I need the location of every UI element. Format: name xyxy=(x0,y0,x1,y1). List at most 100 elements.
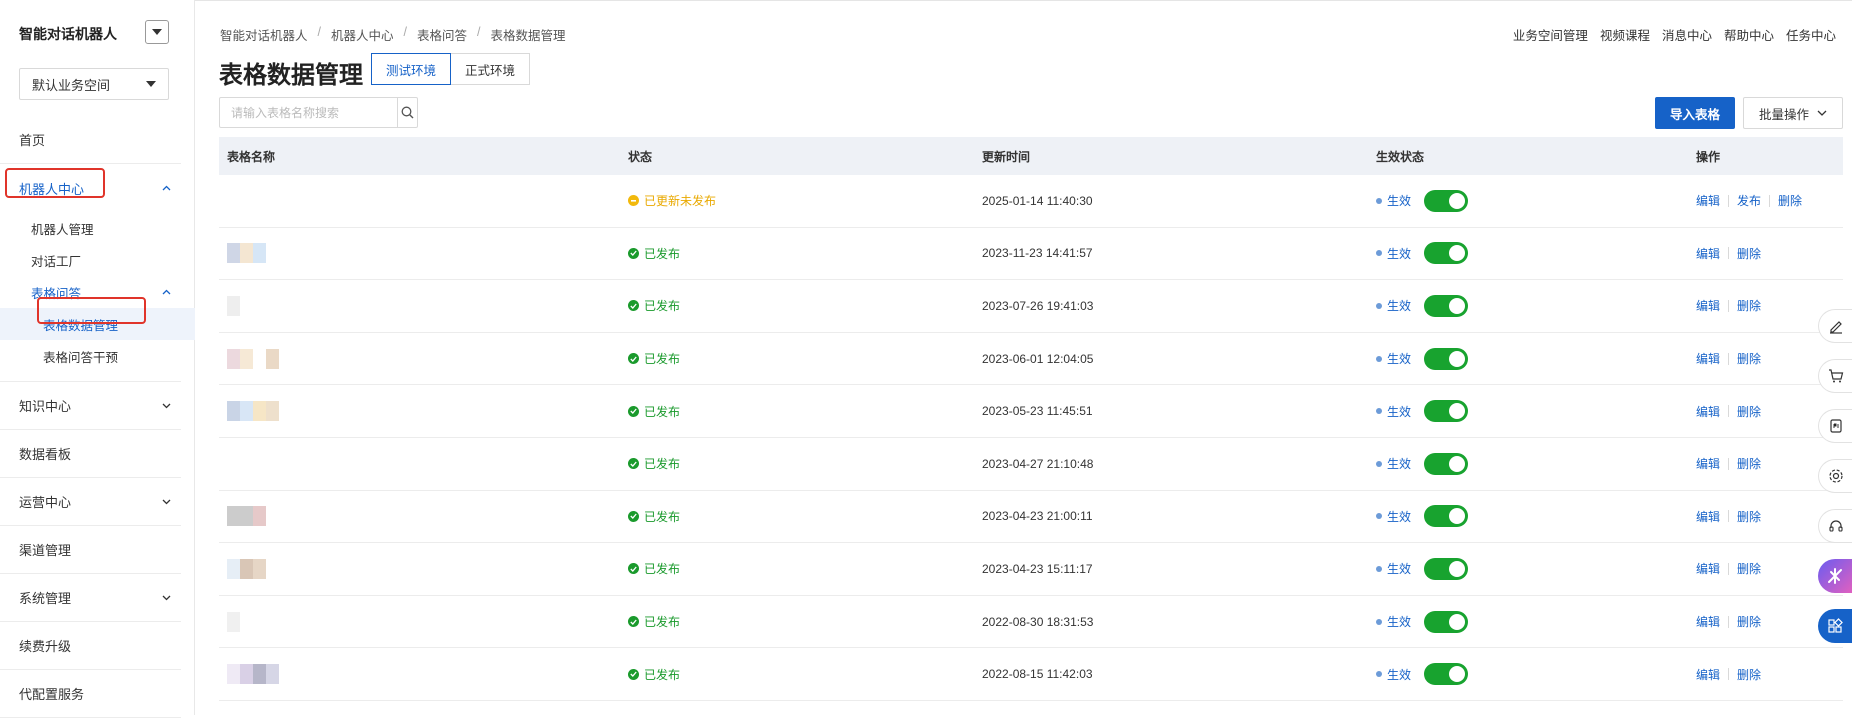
action-link[interactable]: 删除 xyxy=(1729,245,1769,262)
action-link[interactable]: 编辑 xyxy=(1696,455,1728,472)
table-name-cell[interactable] xyxy=(219,191,628,211)
action-link[interactable]: 编辑 xyxy=(1696,245,1728,262)
effect-toggle[interactable] xyxy=(1424,400,1469,423)
redacted-name xyxy=(227,454,628,474)
status-badge: 已发布 xyxy=(628,613,982,630)
search-input[interactable] xyxy=(220,98,397,127)
sidebar-item-label: 首页 xyxy=(19,133,46,148)
action-link[interactable]: 删除 xyxy=(1729,666,1769,683)
action-link[interactable]: 编辑 xyxy=(1696,508,1728,525)
effect-status: 生效 xyxy=(1376,242,1696,265)
link-help-center[interactable]: 帮助中心 xyxy=(1724,25,1774,44)
sidebar-item-table-qa[interactable]: 表格问答 xyxy=(0,276,181,308)
action-link[interactable]: 编辑 xyxy=(1696,613,1728,630)
sidebar-item-robot-manage[interactable]: 机器人管理 xyxy=(0,212,181,244)
sidebar-item-renew[interactable]: 续费升级 xyxy=(0,622,181,670)
status-text: 已发布 xyxy=(644,246,681,261)
action-link[interactable]: 删除 xyxy=(1729,613,1769,630)
action-link[interactable]: 编辑 xyxy=(1696,297,1728,314)
effect-toggle[interactable] xyxy=(1424,610,1469,633)
link-workspace-manage[interactable]: 业务空间管理 xyxy=(1513,25,1588,44)
import-table-button[interactable]: 导入表格 xyxy=(1655,97,1735,129)
breadcrumb-item[interactable]: 表格问答 xyxy=(417,25,467,44)
effect-toggle[interactable] xyxy=(1424,189,1469,212)
link-video-course[interactable]: 视频课程 xyxy=(1600,25,1650,44)
sidebar-item-robot-center[interactable]: 机器人中心 xyxy=(0,164,181,212)
table-name-cell[interactable] xyxy=(219,506,628,527)
effect-toggle[interactable] xyxy=(1424,452,1469,475)
effect-toggle[interactable] xyxy=(1424,242,1469,265)
column-header-name: 表格名称 xyxy=(227,149,276,164)
sidebar-item-home[interactable]: 首页 xyxy=(0,116,181,164)
effect-text: 生效 xyxy=(1387,404,1412,419)
table-name-cell[interactable] xyxy=(219,295,628,316)
tab-test-env[interactable]: 测试环境 xyxy=(371,53,452,85)
sidebar-item-operation[interactable]: 运营中心 xyxy=(0,478,181,526)
action-link[interactable]: 删除 xyxy=(1729,560,1769,577)
sidebar-item-channel[interactable]: 渠道管理 xyxy=(0,526,181,574)
action-link[interactable]: 删除 xyxy=(1729,455,1769,472)
chevron-up-icon xyxy=(162,289,171,295)
sidebar-item-config-service[interactable]: 代配置服务 xyxy=(0,670,181,718)
check-circle-icon xyxy=(628,563,639,575)
float-api-button[interactable] xyxy=(1818,409,1852,443)
table-name-cell[interactable] xyxy=(219,454,628,474)
sidebar-item-dashboard[interactable]: 数据看板 xyxy=(0,430,181,478)
link-task-center[interactable]: 任务中心 xyxy=(1786,25,1836,44)
float-apps-button[interactable] xyxy=(1818,609,1852,643)
action-link[interactable]: 删除 xyxy=(1729,508,1769,525)
sidebar-item-dialog-factory[interactable]: 对话工厂 xyxy=(0,244,181,276)
sidebar-item-table-intervene[interactable]: 表格问答干预 xyxy=(0,340,181,372)
batch-operation-dropdown[interactable]: 批量操作 xyxy=(1743,97,1843,129)
action-link[interactable]: 删除 xyxy=(1770,192,1810,209)
sidebar-item-table-data[interactable]: 表格数据管理 xyxy=(0,308,195,340)
effect-toggle[interactable] xyxy=(1424,505,1469,528)
float-settings-button[interactable] xyxy=(1818,459,1852,493)
effect-status: 生效 xyxy=(1376,347,1696,370)
breadcrumb-item[interactable]: 机器人中心 xyxy=(331,25,394,44)
action-link[interactable]: 删除 xyxy=(1729,403,1769,420)
effect-text: 生效 xyxy=(1387,457,1412,472)
table-name-cell[interactable] xyxy=(219,664,628,685)
table-name-cell[interactable] xyxy=(219,558,628,579)
action-link[interactable]: 发布 xyxy=(1729,192,1769,209)
effect-toggle[interactable] xyxy=(1424,557,1469,580)
action-link[interactable]: 编辑 xyxy=(1696,350,1728,367)
link-message-center[interactable]: 消息中心 xyxy=(1662,25,1712,44)
tab-prod-env[interactable]: 正式环境 xyxy=(451,53,531,85)
table-name-cell[interactable] xyxy=(219,348,628,369)
search-button[interactable] xyxy=(397,98,417,127)
effect-toggle[interactable] xyxy=(1424,663,1469,686)
float-support-button[interactable] xyxy=(1818,509,1852,543)
float-edit-button[interactable] xyxy=(1818,309,1852,343)
action-link[interactable]: 删除 xyxy=(1729,350,1769,367)
sidebar-item-knowledge[interactable]: 知识中心 xyxy=(0,382,181,430)
action-link[interactable]: 编辑 xyxy=(1696,403,1728,420)
cart-icon xyxy=(1828,369,1843,383)
breadcrumb-separator: / xyxy=(477,25,481,39)
table-body: 已更新未发布 2025-01-14 11:40:30 生效 编辑 发布 删除 已发布… xyxy=(219,175,1843,701)
sidebar-item-system[interactable]: 系统管理 xyxy=(0,574,181,622)
action-link[interactable]: 编辑 xyxy=(1696,666,1728,683)
chevron-down-icon xyxy=(162,595,171,600)
chevron-up-icon xyxy=(162,185,171,191)
effect-status: 生效 xyxy=(1376,294,1696,317)
table-name-cell[interactable] xyxy=(219,243,628,264)
workspace-select[interactable]: 默认业务空间 xyxy=(19,68,169,100)
breadcrumb-separator: / xyxy=(317,25,321,39)
table-name-cell[interactable] xyxy=(219,611,628,632)
action-link[interactable]: 编辑 xyxy=(1696,560,1728,577)
effect-toggle[interactable] xyxy=(1424,294,1469,317)
float-ai-button[interactable] xyxy=(1818,559,1852,593)
top-links: 业务空间管理 视频课程 消息中心 帮助中心 任务中心 xyxy=(1513,25,1836,44)
collapse-sidebar-button[interactable] xyxy=(145,20,169,44)
effect-text: 生效 xyxy=(1387,615,1412,630)
table-name-cell[interactable] xyxy=(219,401,628,422)
effect-toggle[interactable] xyxy=(1424,347,1469,370)
table-row: 已发布 2023-06-01 12:04:05 生效 编辑 删除 xyxy=(219,333,1843,386)
effect-text: 生效 xyxy=(1387,667,1412,682)
float-cart-button[interactable] xyxy=(1818,359,1852,393)
action-link[interactable]: 删除 xyxy=(1729,297,1769,314)
breadcrumb-item[interactable]: 智能对话机器人 xyxy=(220,25,308,44)
action-link[interactable]: 编辑 xyxy=(1696,192,1728,209)
